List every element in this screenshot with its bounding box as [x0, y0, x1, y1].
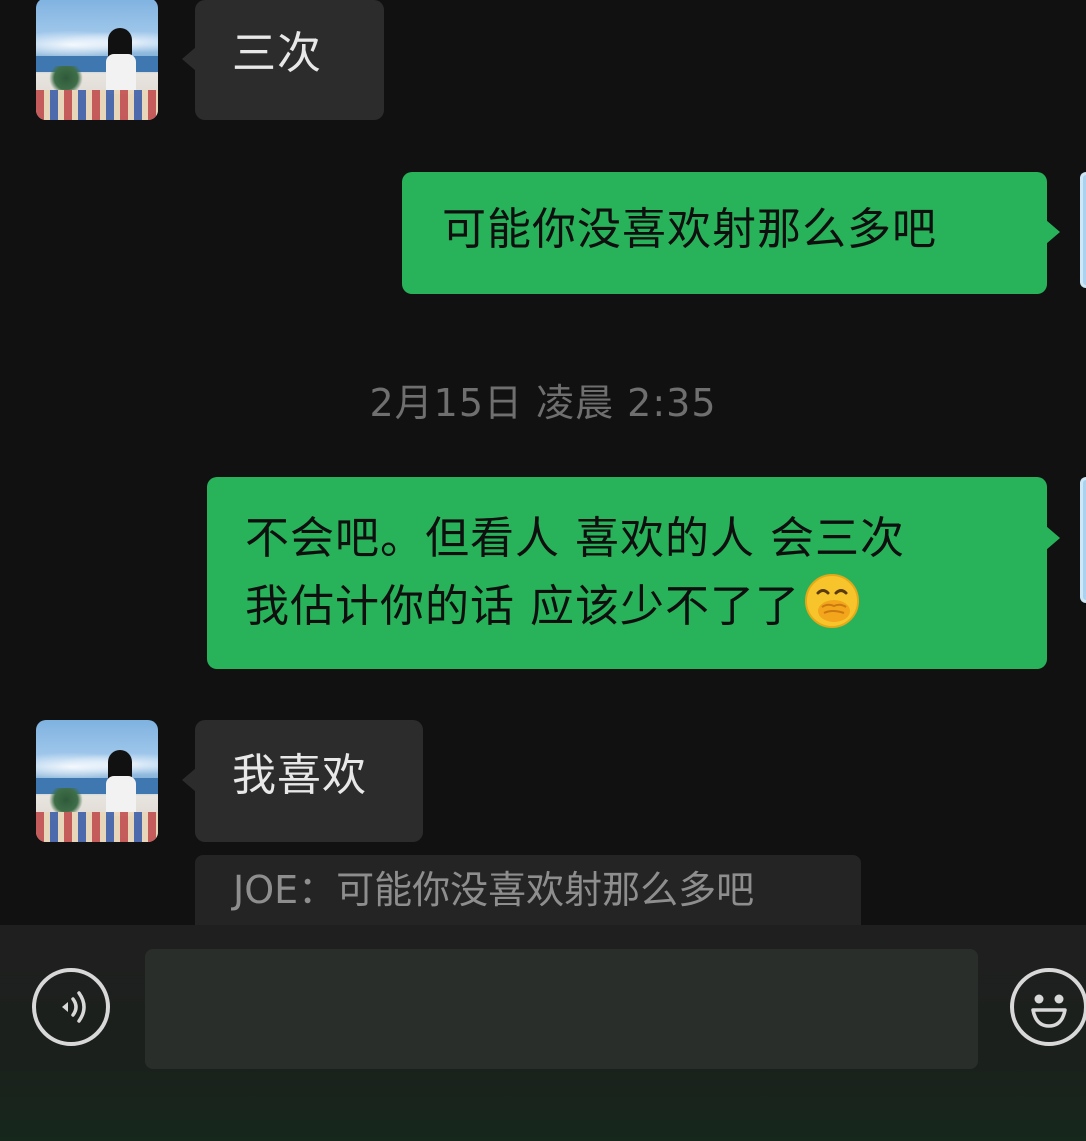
my-avatar[interactable] — [1080, 172, 1086, 288]
hand-over-mouth-face-icon — [805, 574, 859, 629]
emoji-button[interactable] — [1010, 968, 1086, 1046]
chat-timestamp: 2月15日 凌晨 2:35 — [369, 381, 717, 425]
quoted-message[interactable]: JOE：可能你没喜欢射那么多吧 — [195, 855, 861, 925]
my-avatar[interactable] — [1080, 477, 1086, 603]
message-line: 不会吧。但看人 喜欢的人 会三次 — [245, 513, 905, 564]
message-text: 三次 — [232, 28, 322, 79]
message-text: 可能你没喜欢射那么多吧 — [442, 204, 937, 255]
contact-avatar[interactable] — [36, 0, 158, 120]
incoming-message-bubble[interactable]: 三次 — [195, 0, 384, 120]
voice-icon — [62, 991, 86, 1023]
contact-avatar[interactable] — [36, 720, 158, 842]
quote-text: JOE：可能你没喜欢射那么多吧 — [233, 868, 755, 912]
message-line: 我估计你的话 应该少不了了 — [245, 573, 1047, 641]
message-text: 我喜欢 — [232, 750, 367, 801]
message-input[interactable] — [145, 949, 978, 1069]
bubble-tail — [182, 768, 196, 792]
outgoing-message-bubble[interactable]: 可能你没喜欢射那么多吧 — [402, 172, 1047, 294]
emoji-icon — [1031, 994, 1067, 1028]
bubble-tail — [1046, 220, 1060, 244]
bubble-tail — [182, 47, 196, 71]
incoming-message-bubble[interactable]: 我喜欢 — [195, 720, 423, 842]
chat-window: 三次 可能你没喜欢射那么多吧 2月15日 凌晨 2:35 不会吧。但看人 喜欢的… — [0, 0, 1086, 1141]
bubble-tail — [1046, 526, 1060, 550]
outgoing-message-bubble[interactable]: 不会吧。但看人 喜欢的人 会三次 我估计你的话 应该少不了了 — [207, 477, 1047, 669]
voice-input-button[interactable] — [32, 968, 110, 1046]
